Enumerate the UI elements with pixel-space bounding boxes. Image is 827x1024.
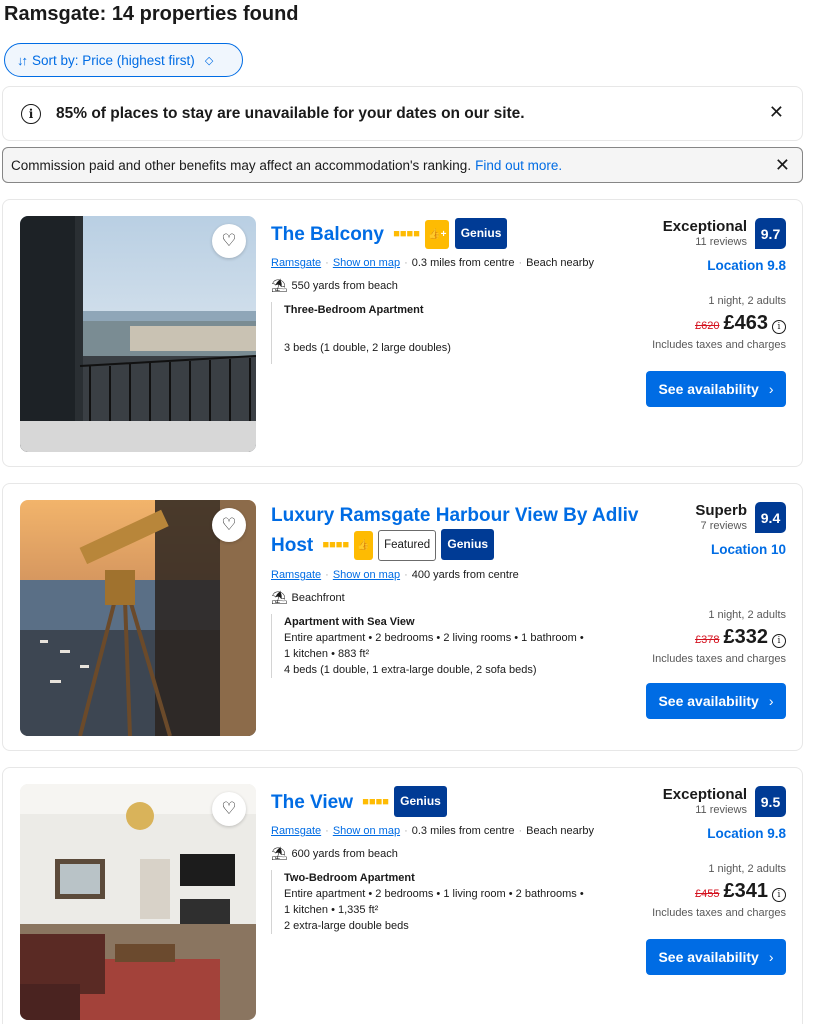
see-availability-button[interactable]: See availability › (646, 683, 786, 719)
property-name[interactable]: The Balcony (271, 224, 384, 245)
close-icon[interactable]: ✕ (769, 102, 784, 123)
availability-text: 85% of places to stay are unavailable fo… (56, 104, 525, 122)
location-score: Location 9.8 (707, 826, 786, 841)
sort-arrows-icon: ↓↑ (17, 52, 28, 68)
close-icon[interactable]: ✕ (775, 155, 790, 176)
thumbs-up-badge: 👍+ (425, 220, 450, 249)
original-price: £620 (695, 320, 720, 332)
current-price: £341 (723, 880, 769, 902)
button-label: See availability (658, 949, 759, 965)
original-price: £378 (695, 634, 720, 646)
nights-adults: 1 night, 2 adults (708, 609, 786, 621)
page-title: Ramsgate: 14 properties found (4, 3, 299, 25)
extra-text: Beach nearby (526, 825, 595, 837)
show-on-map-link[interactable]: Show on map (333, 257, 400, 269)
chevron-updown-icon: ◇ (204, 54, 214, 67)
taxes-text: Includes taxes and charges (652, 339, 786, 351)
show-on-map-link[interactable]: Show on map (333, 825, 400, 837)
heart-icon[interactable]: ♡ (212, 792, 246, 826)
info-icon[interactable]: i (772, 888, 786, 902)
review-word: Exceptional (662, 218, 747, 235)
sort-label: Sort by: Price (highest first) (32, 52, 195, 68)
button-label: See availability (658, 381, 759, 397)
feature-text: Beachfront (291, 592, 345, 604)
featured-badge: Featured (378, 530, 437, 561)
info-icon[interactable]: i (772, 634, 786, 648)
chevron-right-icon: › (768, 949, 774, 965)
unit-title: Three-Bedroom Apartment (284, 304, 424, 316)
unit-info: Two-Bedroom Apartment Entire apartment •… (271, 870, 671, 934)
distance-text: 0.3 miles from centre (411, 257, 515, 269)
beach-icon: ⛱ (271, 590, 288, 605)
unit-title: Apartment with Sea View (284, 616, 415, 628)
genius-badge: Genius (454, 218, 508, 249)
button-label: See availability (658, 693, 759, 709)
city-link[interactable]: Ramsgate (271, 257, 321, 269)
taxes-text: Includes taxes and charges (652, 653, 786, 665)
location-score: Location 9.8 (707, 258, 786, 273)
rating-stars: ■■■■ (362, 796, 389, 808)
property-name[interactable]: The View (271, 792, 353, 813)
unit-details-2: 1 kitchen • 1,335 ft² (284, 904, 379, 916)
heart-icon[interactable]: ♡ (212, 224, 246, 258)
property-card: ♡ Luxury Ramsgate Harbour View By Adliv … (2, 483, 803, 751)
property-card: ♡ The Balcony ■■■■ 👍+ Genius Ramsgate · Sh… (2, 199, 803, 467)
unit-details-2: 1 kitchen • 883 ft² (284, 648, 370, 660)
find-out-more-link[interactable]: Find out more. (475, 158, 562, 173)
feature-text: 600 yards from beach (291, 848, 398, 860)
beach-icon: ⛱ (271, 278, 288, 293)
review-count: 7 reviews (700, 520, 747, 532)
review-score: 9.7 (755, 218, 786, 249)
review-word: Superb (695, 502, 747, 519)
info-icon[interactable]: i (772, 320, 786, 334)
distance-text: 0.3 miles from centre (411, 825, 515, 837)
unit-title: Two-Bedroom Apartment (284, 872, 415, 884)
rating-stars: ■■■■ (322, 539, 350, 551)
current-price: £332 (723, 626, 769, 648)
see-availability-button[interactable]: See availability › (646, 939, 786, 975)
commission-notice: Commission paid and other benefits may a… (2, 147, 803, 183)
current-price: £463 (723, 312, 769, 334)
feature-text: 550 yards from beach (291, 280, 398, 292)
genius-badge: Genius (394, 786, 447, 817)
sort-button[interactable]: ↓↑ Sort by: Price (highest first) ◇ (4, 43, 243, 77)
nights-adults: 1 night, 2 adults (708, 295, 786, 307)
commission-text: Commission paid and other benefits may a… (11, 157, 472, 173)
unit-details: Entire apartment • 2 bedrooms • 2 living… (284, 632, 584, 644)
original-price: £455 (695, 888, 720, 900)
review-count: 11 reviews (695, 804, 747, 816)
genius-badge: Genius (441, 529, 495, 560)
unit-details: Entire apartment • 2 bedrooms • 1 living… (284, 888, 584, 900)
taxes-text: Includes taxes and charges (652, 907, 786, 919)
extra-text: Beach nearby (526, 257, 595, 269)
rating-stars: ■■■■ (393, 228, 420, 240)
review-score: 9.4 (755, 502, 786, 533)
distance-text: 400 yards from centre (411, 569, 519, 581)
thumbs-up-badge: 👍 (354, 531, 373, 560)
property-card: ♡ The View ■■■■ Genius Ramsgate · Show on … (2, 767, 803, 1024)
availability-banner: i 85% of places to stay are unavailable … (2, 86, 803, 141)
nights-adults: 1 night, 2 adults (708, 863, 786, 875)
unit-info: Three-Bedroom Apartment 3 beds (1 double… (271, 302, 671, 364)
beds-text: 3 beds (1 double, 2 large doubles) (284, 342, 451, 354)
info-icon: i (21, 103, 41, 124)
review-word: Exceptional (662, 786, 747, 803)
city-link[interactable]: Ramsgate (271, 569, 321, 581)
review-count: 11 reviews (695, 236, 747, 248)
beds-text: 2 extra-large double beds (284, 920, 409, 932)
heart-icon[interactable]: ♡ (212, 508, 246, 542)
see-availability-button[interactable]: See availability › (646, 371, 786, 407)
chevron-right-icon: › (768, 693, 774, 709)
unit-info: Apartment with Sea View Entire apartment… (271, 614, 681, 678)
show-on-map-link[interactable]: Show on map (333, 569, 400, 581)
beds-text: 4 beds (1 double, 1 extra-large double, … (284, 664, 537, 676)
chevron-right-icon: › (768, 381, 774, 397)
beach-icon: ⛱ (271, 846, 288, 861)
city-link[interactable]: Ramsgate (271, 825, 321, 837)
location-score: Location 10 (710, 542, 786, 557)
review-score: 9.5 (755, 786, 786, 817)
